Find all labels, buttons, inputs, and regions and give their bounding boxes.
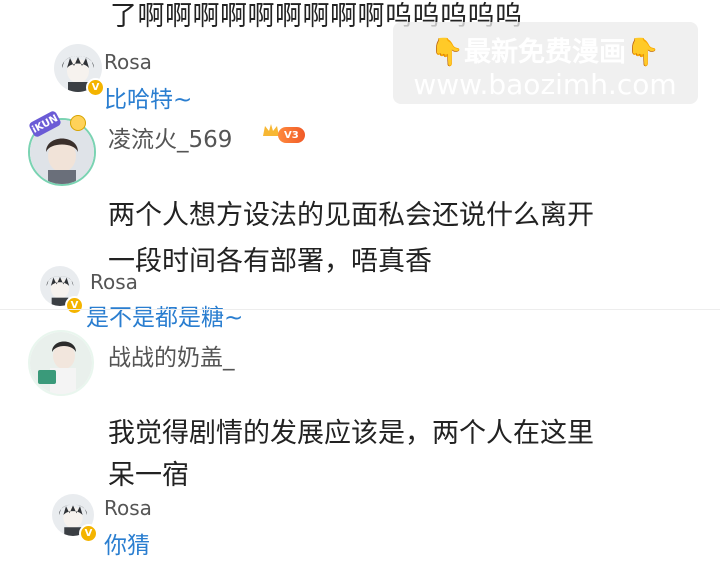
comment-text-line: 呆一宿 [108, 460, 189, 491]
comment-text-line: 两个人想方设法的见面私会还说什么离开 [108, 200, 594, 231]
reply-text: 你猜 [104, 533, 150, 559]
verified-badge: V [79, 524, 98, 543]
reply-author[interactable]: Rosa [90, 270, 138, 294]
verified-badge: V [86, 78, 105, 97]
watermark-url: www.baozimh.com [413, 68, 677, 101]
reply-author[interactable]: Rosa [104, 50, 152, 74]
comment-author[interactable]: 凌流火_569 [108, 120, 232, 154]
comment-text-line: 一段时间各有部署，唔真香 [108, 246, 432, 277]
avatar-image [30, 332, 92, 394]
reply-text: 是不是都是糖~ [86, 305, 244, 331]
verified-badge: V [65, 296, 84, 315]
avatar-emoji-icon [70, 115, 86, 131]
watermark-title: 👇最新免费漫画👇 [430, 37, 660, 68]
divider [0, 309, 720, 310]
comment-text-line: 我觉得剧情的发展应该是，两个人在这里 [108, 418, 594, 449]
avatar-user[interactable] [28, 330, 94, 396]
comment-author[interactable]: 战战的奶盖_ [108, 338, 235, 372]
reply-author[interactable]: Rosa [104, 496, 152, 520]
reply-text: 比哈特~ [104, 87, 193, 113]
level-badge: V3 [278, 127, 305, 143]
